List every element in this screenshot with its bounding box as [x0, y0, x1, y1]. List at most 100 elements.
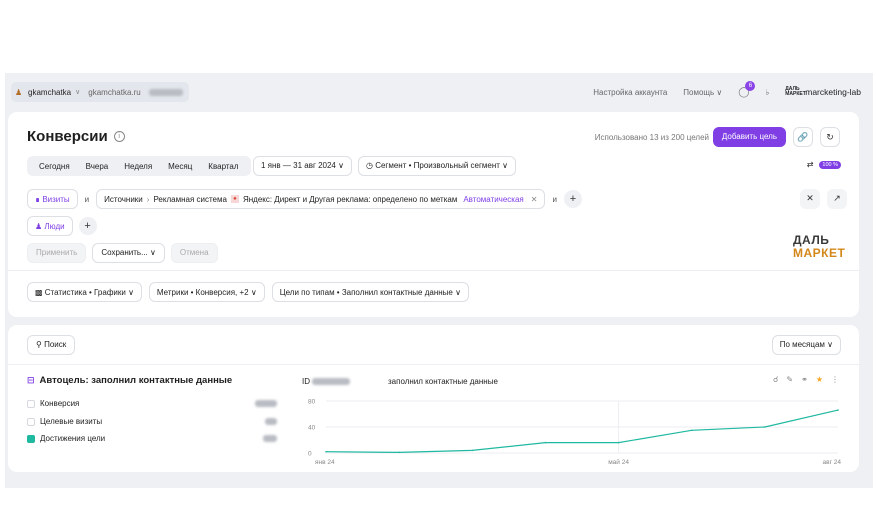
- chevron-down-icon: ∨: [75, 89, 81, 96]
- metric-label: Конверсия: [40, 399, 80, 408]
- chevron-down-icon: ∨: [716, 87, 723, 97]
- metric-row[interactable]: Целевые визиты: [27, 417, 277, 426]
- help-menu[interactable]: Помощь ∨: [683, 88, 722, 97]
- metrics-label: Метрики • Конверсия, +2: [156, 287, 249, 297]
- sampling-control[interactable]: ⇄ 100 %: [807, 160, 841, 169]
- y-tick-label: 40: [308, 425, 316, 432]
- and-label: и: [84, 194, 90, 204]
- people-filter-row: ♟ Люди +: [27, 216, 97, 236]
- sampling-badge: 100 %: [819, 160, 841, 169]
- people-filter-chip[interactable]: ♟ Люди: [27, 216, 73, 236]
- goal-id: ID: [302, 377, 351, 386]
- star-icon[interactable]: ★: [816, 375, 823, 384]
- x-tick-label: янв 24: [315, 459, 335, 466]
- top-bar: ♟ gkamchatka ∨ gkamchatka.ru Настройка а…: [5, 73, 873, 109]
- divider: [8, 270, 859, 271]
- help-label: Помощь: [683, 87, 715, 97]
- source-label: Источники: [104, 194, 143, 204]
- add-people-filter-button[interactable]: +: [78, 217, 97, 235]
- date-range-text: 1 янв — 31 авг 2024: [261, 161, 336, 170]
- period-yesterday[interactable]: Вчера: [86, 162, 109, 171]
- top-right-menu: Настройка аккаунта Помощь ∨ ◯ 6 ♭ ДАЛЬ МАР…: [577, 80, 861, 101]
- account-switcher[interactable]: ♟ gkamchatka ∨ gkamchatka.ru: [11, 82, 189, 102]
- save-dropdown[interactable]: Сохранить... ∨: [92, 243, 165, 263]
- condition-label: Яндекс: Директ и Другая реклама: определ…: [242, 194, 458, 204]
- brand-name: marcketing-lab: [805, 87, 861, 97]
- report-options: ▩ Статистика • Графики ∨ Метрики • Конве…: [27, 282, 476, 302]
- lock-icon[interactable]: ☌: [773, 375, 778, 384]
- data-point: [544, 441, 547, 444]
- data-point: [471, 449, 474, 452]
- source-condition[interactable]: Источники › Рекламная система ● Яндекс: …: [96, 189, 546, 209]
- link-icon[interactable]: 🔗: [793, 127, 813, 147]
- goal-name: заполнил контактные данные: [388, 377, 498, 386]
- view-selector[interactable]: ▩ Статистика • Графики ∨: [27, 282, 142, 302]
- bell-icon[interactable]: ♭: [765, 88, 769, 97]
- period-switcher: Сегодня Вчера Неделя Месяц Квартал: [27, 156, 251, 176]
- brand[interactable]: ДАЛЬ МАРКЕТ marcketing-lab: [785, 86, 861, 98]
- info-icon[interactable]: i: [113, 131, 125, 142]
- date-range-picker[interactable]: 1 янв — 31 авг 2024 ∨: [253, 156, 352, 176]
- notification-count: 6: [745, 80, 756, 91]
- brand-logo: ДАЛЬ МАРКЕТ: [785, 86, 806, 97]
- data-point: [617, 441, 620, 444]
- clear-filters-icon[interactable]: ✕: [800, 189, 820, 209]
- hidden-value: [255, 400, 277, 407]
- more-icon[interactable]: ⋮: [831, 375, 839, 384]
- filter-actions: Применить Сохранить... ∨ Отмена: [27, 243, 224, 263]
- goals-usage: Использовано 13 из 200 целей: [594, 133, 709, 142]
- goal-title: ⊟ Автоцель: заполнил контактные данные: [27, 375, 232, 386]
- metric-checkbox[interactable]: [27, 399, 35, 408]
- remove-condition-icon[interactable]: ✕: [531, 195, 538, 204]
- y-tick-label: 80: [308, 399, 316, 406]
- attribution-model[interactable]: Автоматическая: [463, 195, 523, 204]
- cancel-button[interactable]: Отмена: [170, 243, 218, 263]
- link-icon[interactable]: ⚭: [801, 375, 808, 384]
- collapse-icon[interactable]: ↗: [827, 189, 847, 209]
- segment-text: Сегмент • Произвольный сегмент: [375, 161, 500, 170]
- visits-filter-chip[interactable]: ∎ Визиты: [27, 189, 78, 209]
- metric-label: Целевые визиты: [40, 417, 103, 426]
- page-title: Конверсии i: [27, 128, 125, 145]
- goals-selector[interactable]: Цели по типам • Заполнил контактные данн…: [271, 282, 469, 302]
- view-label: Статистика • Графики: [44, 287, 126, 297]
- metric-row[interactable]: Достижения цели: [27, 434, 277, 443]
- segment-selector[interactable]: ◷ Сегмент • Произвольный сегмент ∨: [358, 156, 517, 176]
- metric-row[interactable]: Конверсия: [27, 399, 277, 408]
- yandex-icon: ●: [230, 195, 239, 203]
- goal-icon: ⊟: [27, 375, 35, 385]
- metric-checkbox-checked[interactable]: [27, 434, 35, 443]
- page-title-text: Конверсии: [27, 128, 108, 145]
- watermark-logo: ДАЛЬ МАРКЕТ: [793, 233, 846, 260]
- edit-icon[interactable]: ✎: [786, 375, 793, 384]
- period-month[interactable]: Месяц: [168, 162, 192, 171]
- account-settings-link[interactable]: Настройка аккаунта: [593, 88, 667, 97]
- metrics-selector[interactable]: Метрики • Конверсия, +2 ∨: [148, 282, 265, 302]
- chart-icon: ▩: [35, 287, 45, 297]
- visits-icon: ∎: [35, 194, 43, 204]
- add-condition-button[interactable]: +: [563, 190, 582, 208]
- sampling-icon: ⇄: [806, 160, 814, 169]
- hidden-value: [265, 418, 277, 425]
- data-point: [837, 409, 839, 411]
- metric-checkbox[interactable]: [27, 417, 35, 426]
- apply-button[interactable]: Применить: [27, 243, 87, 263]
- divider: [8, 364, 859, 365]
- site-name: gkamchatka.ru: [88, 87, 141, 97]
- search-label: Поиск: [44, 340, 67, 349]
- messages-icon[interactable]: ◯ 6: [738, 80, 756, 98]
- add-goal-button[interactable]: Добавить цель: [712, 127, 786, 147]
- period-today[interactable]: Сегодня: [39, 162, 70, 171]
- and-label-2: и: [552, 194, 557, 204]
- data-point: [398, 451, 400, 454]
- hidden-goal-id: [312, 378, 351, 385]
- grouping-selector[interactable]: По месяцам ∨: [771, 335, 841, 355]
- series-line: [325, 409, 839, 454]
- history-icon[interactable]: ↻: [820, 127, 840, 147]
- search-button[interactable]: ⚲ Поиск: [27, 335, 76, 355]
- metric-label: Достижения цели: [40, 434, 106, 443]
- account-name: gkamchatka: [28, 87, 72, 97]
- data-point: [764, 426, 766, 428]
- period-quarter[interactable]: Квартал: [208, 162, 238, 171]
- period-week[interactable]: Неделя: [124, 162, 152, 171]
